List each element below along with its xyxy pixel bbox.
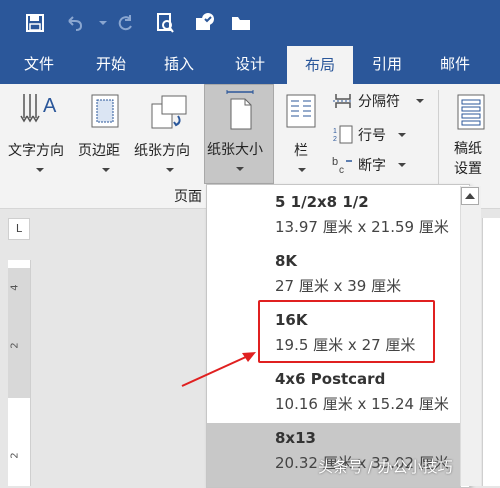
paper-size-dims: 10.16 厘米 x 15.24 厘米 [275, 395, 449, 413]
svg-text:b: b [332, 156, 338, 168]
manuscript-label-line1: 稿纸 [454, 141, 482, 157]
chevron-down-icon [102, 168, 110, 172]
manuscript-icon [457, 94, 485, 130]
ruler-number: 2 [9, 342, 21, 349]
orientation-button[interactable]: 纸张方向 [134, 84, 204, 180]
orientation-icon [151, 95, 187, 129]
manuscript-settings-button[interactable]: 稿纸 设置 [446, 84, 496, 180]
undo-icon[interactable] [60, 8, 90, 38]
ruler-number: 2 [9, 452, 21, 459]
columns-button[interactable]: 栏 [280, 84, 324, 180]
breaks-label: 分隔符 [358, 94, 400, 110]
paper-size-name: 8x13 [275, 429, 316, 447]
redo-icon[interactable] [110, 8, 140, 38]
margins-button[interactable]: 页边距 [78, 84, 132, 180]
tab-home[interactable]: 开始 [86, 46, 136, 84]
breaks-button[interactable]: 分隔符 [330, 90, 426, 112]
paper-size-option[interactable]: 8K 27 厘米 x 39 厘米 [207, 246, 461, 304]
paper-size-option-selected[interactable]: 8x13 20.32 厘米 x 33.02 厘米 [207, 423, 461, 487]
paper-size-icon [226, 90, 254, 130]
margins-icon [91, 94, 119, 128]
chevron-down-icon [398, 163, 406, 167]
svg-text:1: 1 [333, 128, 337, 135]
dropdown-scrollbar[interactable] [460, 186, 481, 486]
chevron-down-icon [398, 133, 406, 137]
line-numbers-label: 行号 [358, 128, 386, 144]
paper-size-option[interactable]: 5 1/2x8 1/2 13.97 厘米 x 21.59 厘米 [207, 187, 461, 245]
ruler-number: 4 [9, 284, 21, 291]
tab-references[interactable]: 引用 [362, 46, 412, 84]
check-badge-icon[interactable] [190, 8, 220, 38]
columns-label: 栏 [294, 143, 308, 159]
hyphenation-icon: bc [332, 156, 352, 175]
line-numbers-button[interactable]: 12 行号 [330, 124, 426, 146]
print-preview-icon[interactable] [150, 8, 180, 38]
svg-text:2: 2 [333, 136, 337, 143]
text-direction-button[interactable]: A 文字方向 [4, 84, 74, 180]
paper-size-name: 4x6 Postcard [275, 370, 386, 388]
paper-size-name: 8K [275, 252, 298, 270]
annotation-arrow-icon [181, 352, 256, 387]
tab-selector[interactable]: L [8, 218, 30, 240]
chevron-down-icon [36, 168, 44, 172]
manuscript-label-line2: 设置 [454, 161, 482, 177]
title-bar [0, 0, 500, 46]
tab-insert[interactable]: 插入 [154, 46, 204, 84]
save-icon[interactable] [20, 8, 50, 38]
right-ruler [482, 218, 500, 486]
hyphenation-button[interactable]: bc 断字 [330, 154, 426, 176]
line-numbers-icon: 12 [333, 125, 353, 144]
orientation-label: 纸张方向 [134, 143, 190, 159]
tab-file[interactable]: 文件 [14, 46, 64, 84]
chevron-down-icon [416, 99, 424, 103]
text-direction-label: 文字方向 [8, 143, 64, 159]
paper-size-dims: 27 厘米 x 39 厘米 [275, 277, 402, 295]
breaks-icon [333, 94, 353, 108]
highlight-box [258, 300, 435, 363]
margins-label: 页边距 [78, 143, 120, 159]
paper-size-label: 纸张大小 [207, 142, 263, 158]
page-setup-group-label: 页面 [174, 189, 202, 205]
watermark: 头条号 / 办公小技巧 [318, 458, 453, 476]
tab-layout[interactable]: 布局 [287, 46, 353, 85]
chevron-down-icon [166, 168, 174, 172]
paper-size-name: 5 1/2x8 1/2 [275, 193, 369, 211]
folder-icon[interactable] [226, 8, 256, 38]
tab-mailings[interactable]: 邮件 [430, 46, 480, 84]
ribbon-tabs: 文件 开始 插入 设计 布局 引用 邮件 [0, 46, 500, 85]
columns-icon [286, 94, 316, 128]
svg-text:c: c [339, 165, 344, 175]
paper-size-dims: 13.97 厘米 x 21.59 厘米 [275, 218, 449, 236]
hyphenation-label: 断字 [358, 158, 386, 174]
svg-text:A: A [43, 95, 57, 117]
chevron-down-icon [236, 167, 244, 171]
tab-design[interactable]: 设计 [222, 46, 278, 84]
chevron-down-icon [298, 168, 306, 172]
scroll-up-icon[interactable] [461, 187, 479, 205]
paper-size-button[interactable]: 纸张大小 [204, 84, 274, 184]
text-direction-icon: A [20, 94, 57, 123]
